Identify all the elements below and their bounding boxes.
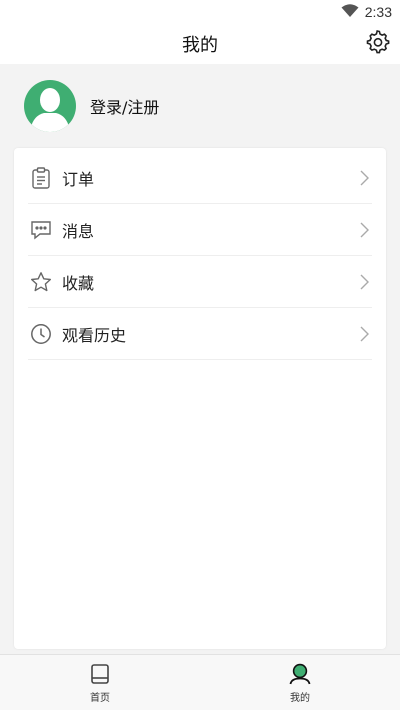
menu-item-label: 消息 [62, 221, 95, 241]
status-time: 2:33 [364, 4, 392, 20]
clipboard-icon [30, 166, 52, 189]
nav-item-home[interactable]: 首页 [0, 655, 200, 710]
clock-icon [30, 323, 52, 345]
chevron-right-icon [358, 325, 370, 343]
nav-label: 首页 [90, 693, 110, 704]
default-avatar-icon [30, 88, 70, 132]
wifi-icon [341, 3, 359, 22]
login-row[interactable]: 登录/注册 [0, 64, 400, 148]
app-header: 我的 [0, 24, 400, 64]
menu-item-messages[interactable]: 消息 [28, 204, 372, 256]
chevron-right-icon [358, 169, 370, 187]
nav-label: 我的 [290, 693, 310, 704]
menu-item-history[interactable]: 观看历史 [28, 308, 372, 360]
book-icon [87, 661, 113, 687]
avatar[interactable] [24, 80, 76, 132]
menu-card: 订单 消息 收藏 观看历史 [14, 148, 386, 649]
nav-item-mine[interactable]: 我的 [200, 655, 400, 710]
message-icon [30, 219, 52, 241]
menu-item-label: 观看历史 [62, 325, 127, 345]
login-register-link[interactable]: 登录/注册 [90, 94, 159, 118]
star-icon [30, 271, 52, 293]
gear-icon [366, 30, 390, 58]
chevron-right-icon [358, 273, 370, 291]
chevron-right-icon [358, 221, 370, 239]
page-title: 我的 [182, 35, 218, 56]
profile-icon [287, 661, 313, 687]
menu-list: 订单 消息 收藏 观看历史 [14, 148, 386, 360]
menu-item-label: 订单 [62, 169, 95, 189]
menu-item-orders[interactable]: 订单 [28, 152, 372, 204]
profile-screen: 2:33 我的 登录/注册 订单 消息 收藏 观看历史 首页 我的 [0, 0, 400, 710]
menu-item-label: 收藏 [62, 273, 95, 293]
status-bar: 2:33 [0, 0, 400, 24]
menu-item-favorites[interactable]: 收藏 [28, 256, 372, 308]
settings-button[interactable] [364, 30, 392, 58]
bottom-nav: 首页 我的 [0, 654, 400, 710]
